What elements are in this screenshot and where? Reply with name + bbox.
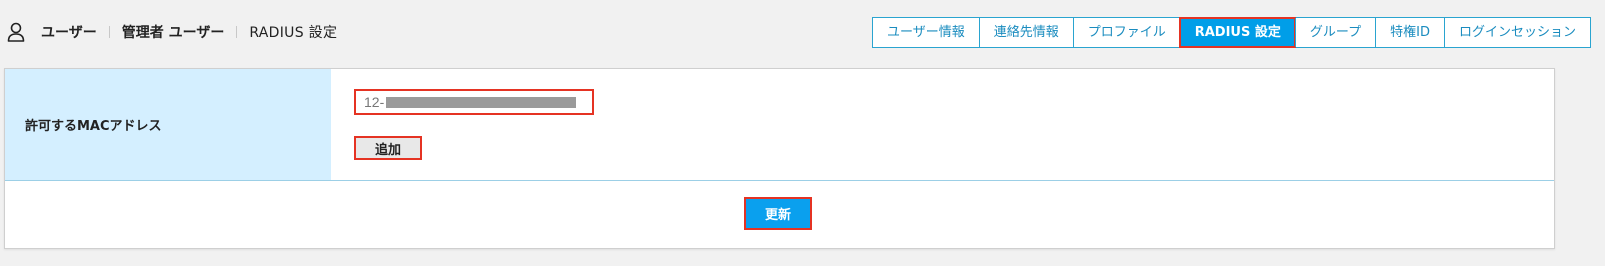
- breadcrumb-item-radius: RADIUS 設定: [249, 25, 338, 41]
- radius-settings-panel: 許可するMACアドレス 12- 追加 更新: [4, 68, 1555, 249]
- tab-groups[interactable]: グループ: [1294, 18, 1375, 47]
- tab-login-sessions[interactable]: ログインセッション: [1443, 18, 1590, 47]
- form-footer: 更新: [5, 181, 1554, 248]
- update-button[interactable]: 更新: [744, 197, 812, 230]
- breadcrumb-item-users[interactable]: ユーザー: [41, 22, 97, 42]
- mac-address-label: 許可するMACアドレス: [5, 69, 331, 180]
- tab-radius-settings[interactable]: RADIUS 設定: [1178, 17, 1296, 48]
- tab-privileged-id[interactable]: 特権ID: [1375, 18, 1444, 47]
- tab-bar: ユーザー情報 連絡先情報 プロファイル RADIUS 設定 グループ 特権ID …: [871, 17, 1591, 48]
- breadcrumb: ユーザー 管理者 ユーザー RADIUS 設定: [7, 20, 337, 44]
- tab-profile[interactable]: プロファイル: [1072, 18, 1180, 47]
- mac-address-input-text: 12-: [364, 94, 385, 110]
- page-header: ユーザー 管理者 ユーザー RADIUS 設定 ユーザー情報 連絡先情報 プロフ…: [0, 0, 1605, 64]
- breadcrumb-separator: [108, 26, 110, 38]
- add-button[interactable]: 追加: [354, 136, 422, 160]
- breadcrumb-separator: [236, 26, 238, 38]
- mac-address-input[interactable]: 12-: [354, 89, 594, 115]
- tab-user-info[interactable]: ユーザー情報: [873, 18, 979, 47]
- mac-address-row: 許可するMACアドレス 12- 追加: [5, 69, 1554, 181]
- tab-contact-info[interactable]: 連絡先情報: [978, 18, 1073, 47]
- redacted-mac-text: [386, 96, 577, 108]
- user-icon: [7, 22, 25, 42]
- mac-address-value-cell: 12- 追加: [331, 69, 1554, 180]
- breadcrumb-item-admin-user[interactable]: 管理者 ユーザー: [122, 22, 225, 42]
